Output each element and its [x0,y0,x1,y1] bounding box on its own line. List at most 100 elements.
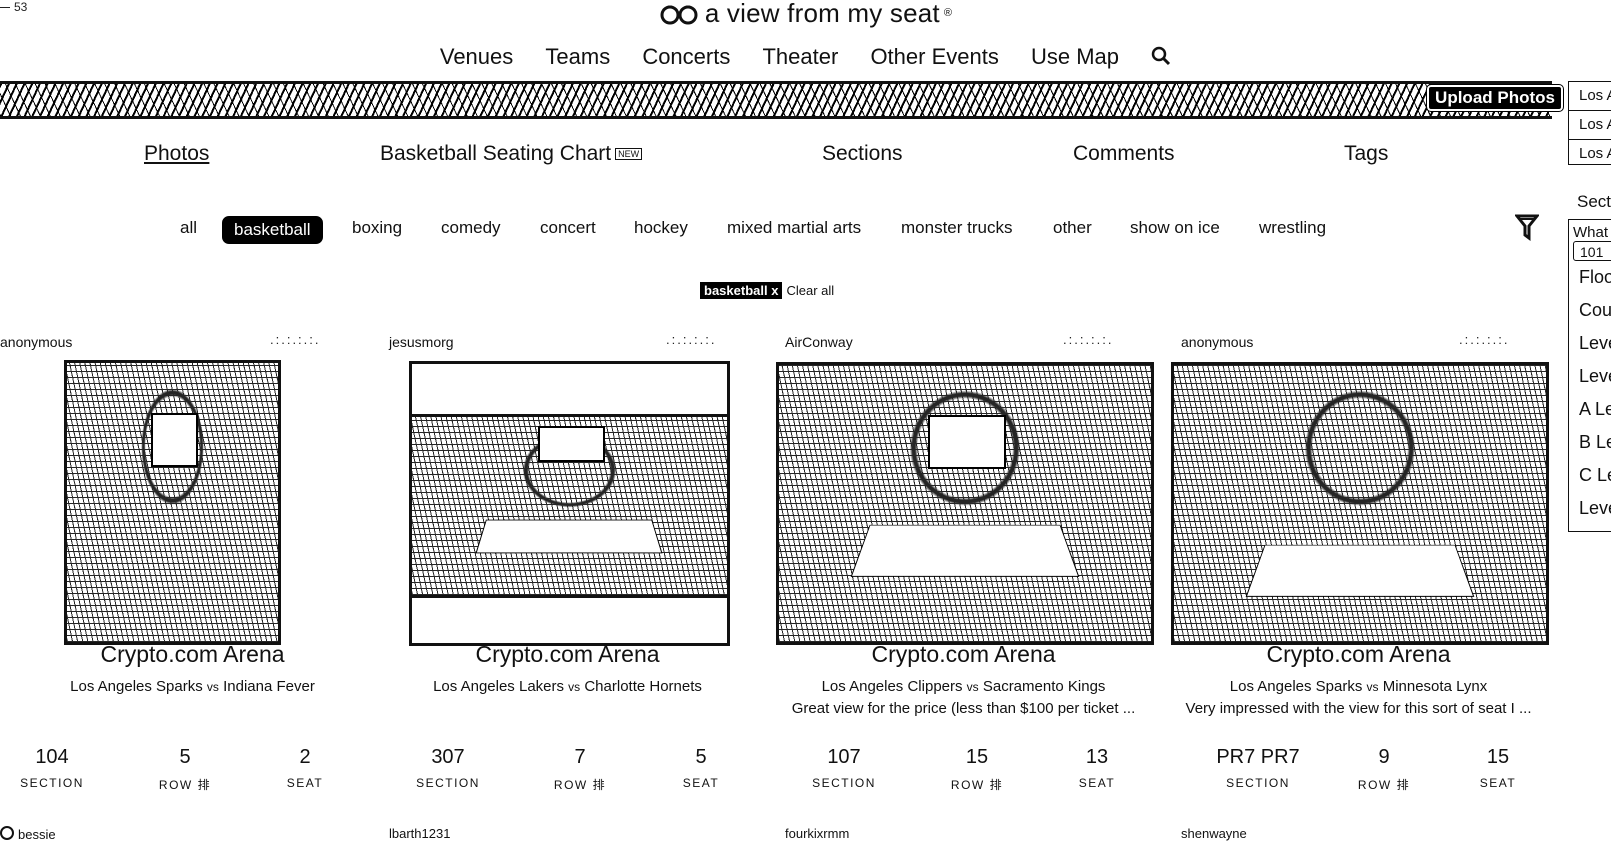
level-option[interactable]: C Le [1569,459,1611,492]
card-username[interactable]: bessie [0,826,56,842]
site-name: a view from my seat [704,0,940,28]
row-label: ROW 排 [1357,778,1411,792]
card-event: Los Angeles Lakers vs Charlotte Hornets [433,678,702,695]
venue-banner-image [0,81,1552,119]
seat-label: SEAT [286,776,324,790]
applied-filter-tag[interactable]: basketball x [700,282,783,299]
nav-theater[interactable]: Theater [762,44,838,69]
row-label: ROW 排 [950,778,1004,792]
main-nav: Venues Teams Concerts Theater Other Even… [0,44,1611,72]
seat-value: 15 [1486,746,1510,768]
card-venue[interactable]: Crypto.com Arena [0,641,385,668]
nav-use-map[interactable]: Use Map [1031,44,1119,69]
filter-comedy[interactable]: comedy [441,218,501,238]
card-username[interactable]: fourkixrmm [785,826,849,841]
level-option[interactable]: Leve [1569,360,1611,393]
row-label: ROW 排 [158,778,212,792]
nav-concerts[interactable]: Concerts [642,44,730,69]
applied-filters: basketball x Clear all [700,282,834,299]
seat-view-photo[interactable] [64,360,281,645]
level-option[interactable]: Floo [1569,261,1611,294]
related-venue-link[interactable]: Los A [1569,140,1611,168]
seat-label: SEAT [1479,776,1517,790]
related-venue-link[interactable]: Los A [1569,82,1611,111]
nav-teams[interactable]: Teams [545,44,610,69]
filter-monster-trucks[interactable]: monster trucks [901,218,1012,238]
card-username[interactable]: shenwayne [1181,826,1247,841]
section-label: SECTION [416,776,480,790]
filter-wrestling[interactable]: wrestling [1259,218,1326,238]
section-label: SECTION [1226,776,1290,790]
card-comment: Very impressed with the view for this so… [1185,700,1532,717]
card-venue[interactable]: Crypto.com Arena [1166,641,1551,668]
search-icon[interactable] [1151,46,1171,72]
level-option[interactable]: Cou [1569,294,1611,327]
card-username[interactable]: lbarth1231 [389,826,450,841]
card-event: Los Angeles Sparks vs Minnesota Lynx [1229,678,1488,695]
tab-comments[interactable]: Comments [1073,142,1175,166]
filter-hockey[interactable]: hockey [634,218,688,238]
card-username[interactable]: jesusmorg [389,334,454,350]
card-username[interactable]: AirConway [785,334,853,350]
level-option[interactable]: Leve [1569,492,1611,525]
upload-photos-button[interactable]: Upload Photos [1426,84,1564,112]
nav-other-events[interactable]: Other Events [870,44,998,69]
filter-concert[interactable]: concert [540,218,596,238]
filter-show-on-ice[interactable]: show on ice [1130,218,1220,238]
seat-view-photo[interactable] [776,362,1154,645]
tab-tags[interactable]: Tags [1344,142,1388,166]
row-value: 7 [574,746,586,768]
tab-sections[interactable]: Sections [822,142,903,166]
row-value: 9 [1378,746,1390,768]
card-event: Los Angeles Clippers vs Sacramento Kings [821,678,1106,695]
filter-all[interactable]: all [180,218,197,238]
tab-seating-chart[interactable]: Basketball Seating Chart NEW [380,142,643,166]
seat-label: SEAT [682,776,720,790]
seat-view-photo[interactable] [409,361,730,646]
remove-filter-icon[interactable]: x [771,283,778,298]
card-venue[interactable]: Crypto.com Arena [375,641,760,668]
binoculars-icon [660,5,698,25]
card-username[interactable]: anonymous [1181,334,1253,350]
seat-value: 2 [299,746,311,768]
row-label: ROW 排 [553,778,607,792]
tab-photos[interactable]: Photos [144,142,209,166]
seat-value: 13 [1085,746,1109,768]
section-input[interactable]: 101 [1573,241,1611,261]
level-option[interactable]: B Le [1569,426,1611,459]
section-label: SECTION [20,776,84,790]
section-value: 307 [431,746,465,768]
card-event: Los Angeles Sparks vs Indiana Fever [70,678,315,695]
row-value: 15 [965,746,989,768]
section-value: PR7 PR7 [1216,746,1300,768]
rating-stars: .:.:.:.:. [270,332,321,347]
section-question: What [1573,224,1609,241]
rating-stars: .:.:.:.:. [666,332,717,347]
card-username[interactable]: anonymous [0,334,72,350]
related-venue-link[interactable]: Los A [1569,111,1611,140]
section-value: 107 [827,746,861,768]
seat-label: SEAT [1078,776,1116,790]
section-value: 104 [35,746,69,768]
seat-view-photo[interactable] [1171,362,1549,645]
rating-stars: .:.:.:.:. [1459,332,1510,347]
sections-heading: Secti [1577,192,1611,211]
section-label: SECTION [812,776,876,790]
seat-value: 5 [695,746,707,768]
user-icon [0,826,14,840]
row-value: 5 [179,746,191,768]
site-logo[interactable]: a view from my seat ® [0,0,1611,26]
filter-boxing[interactable]: boxing [352,218,402,238]
level-option[interactable]: Leve [1569,327,1611,360]
related-venues-list: Los A Los A Los A [1568,81,1611,165]
nav-venues[interactable]: Venues [440,44,513,69]
card-venue[interactable]: Crypto.com Arena [771,641,1156,668]
rating-stars: .:.:.:.:. [1063,332,1114,347]
filter-basketball[interactable]: basketball [222,216,323,244]
filter-other[interactable]: other [1053,218,1092,238]
filter-icon[interactable] [1513,213,1541,246]
card-comment: Great view for the price (less than $100… [791,700,1136,717]
clear-all-link[interactable]: Clear all [786,283,834,298]
filter-mixed-martial-arts[interactable]: mixed martial arts [727,218,861,238]
level-option[interactable]: A Le [1569,393,1611,426]
